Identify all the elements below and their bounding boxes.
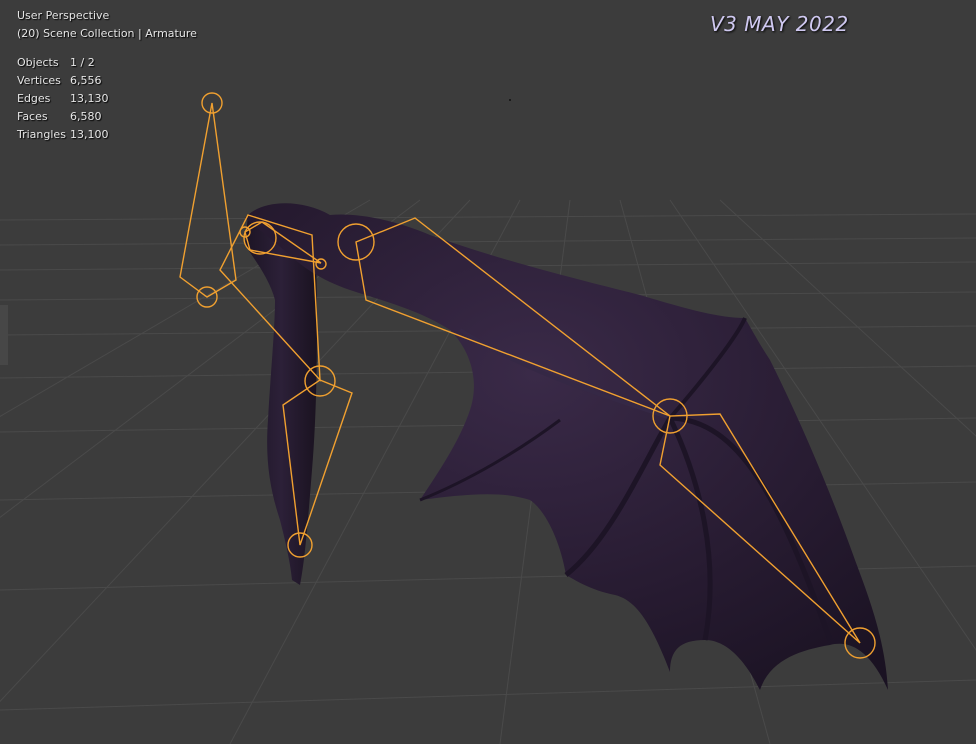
- stat-row: Edges 13,130: [17, 89, 109, 107]
- stat-value: 1 / 2: [70, 55, 95, 69]
- 3d-viewport[interactable]: User Perspective (20) Scene Collection |…: [0, 0, 976, 744]
- version-label: V3 MAY 2022: [710, 12, 849, 36]
- scene-statistics: Objects 1 / 2 Vertices 6,556 Edges 13,13…: [17, 53, 109, 143]
- collection-label: (20) Scene Collection | Armature: [17, 27, 197, 40]
- sidebar-resize-handle[interactable]: [0, 305, 8, 365]
- scene-canvas[interactable]: [0, 0, 976, 744]
- stat-row: Vertices 6,556: [17, 71, 109, 89]
- viewport-info: User Perspective (20) Scene Collection |…: [17, 7, 197, 43]
- view-name: User Perspective: [17, 9, 110, 22]
- stat-label: Edges: [17, 91, 51, 105]
- stat-label: Triangles: [17, 127, 66, 141]
- cursor-dot: [509, 99, 511, 101]
- wing-mesh[interactable]: [245, 203, 888, 690]
- stat-value: 13,100: [70, 127, 109, 141]
- stat-label: Objects: [17, 55, 59, 69]
- wing-membrane-mesh: [245, 203, 888, 690]
- stat-value: 6,580: [70, 109, 102, 123]
- stat-value: 6,556: [70, 73, 102, 87]
- stat-label: Vertices: [17, 73, 61, 87]
- stat-row: Objects 1 / 2: [17, 53, 109, 71]
- stat-value: 13,130: [70, 91, 109, 105]
- stat-label: Faces: [17, 109, 48, 123]
- stat-row: Faces 6,580: [17, 107, 109, 125]
- stat-row: Triangles 13,100: [17, 125, 109, 143]
